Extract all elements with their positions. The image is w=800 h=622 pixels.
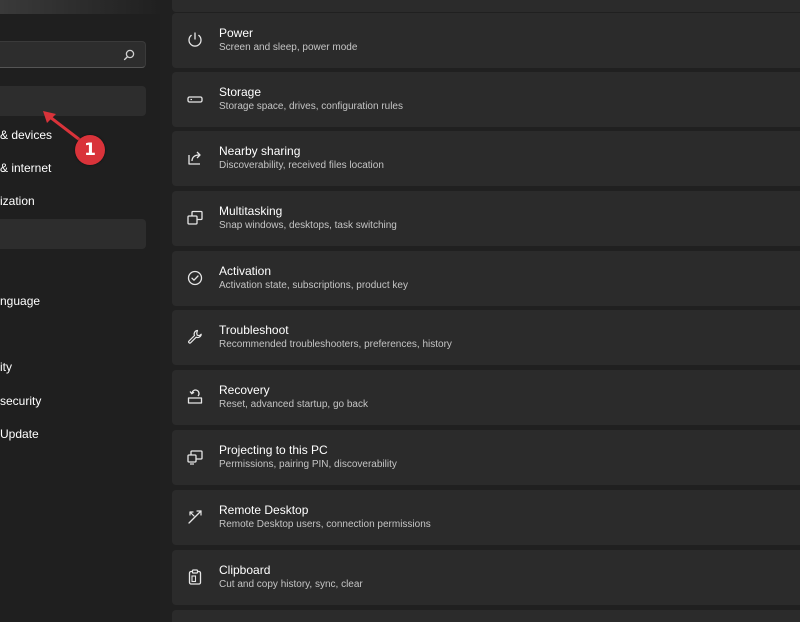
sidebar-item-label: ity	[0, 360, 12, 374]
card-subtitle: Recommended troubleshooters, preferences…	[219, 339, 452, 350]
settings-card-troubleshoot[interactable]: Troubleshoot Recommended troubleshooters…	[172, 310, 800, 365]
card-title: Remote Desktop	[219, 503, 309, 517]
wrench-icon	[186, 328, 204, 346]
projecting-icon	[186, 448, 204, 466]
sidebar-item-label: nguage	[0, 294, 41, 308]
settings-card-nearby-sharing[interactable]: Nearby sharing Discoverability, received…	[172, 131, 800, 186]
settings-card-multitasking[interactable]: Multitasking Snap windows, desktops, tas…	[172, 191, 800, 246]
card-title: Activation	[219, 264, 272, 278]
sidebar-item-privacy-security[interactable]: security	[0, 386, 146, 416]
card-title: Nearby sharing	[219, 144, 301, 158]
recovery-icon	[186, 388, 204, 406]
settings-card-recovery[interactable]: Recovery Reset, advanced startup, go bac…	[172, 370, 800, 425]
search-input[interactable]	[0, 41, 146, 68]
card-subtitle: Activation state, subscriptions, product…	[219, 280, 408, 291]
sidebar-item-windows-update[interactable]: Update	[0, 419, 146, 449]
sidebar: & devices & internet ization nguage ity …	[0, 0, 160, 622]
check-circle-icon	[186, 269, 204, 287]
sidebar-item-label: security	[0, 394, 42, 408]
sidebar-item-label: ization	[0, 194, 35, 208]
card-subtitle: Permissions, pairing PIN, discoverabilit…	[219, 459, 397, 470]
previous-card-edge	[172, 0, 800, 12]
sidebar-item-label: & internet	[0, 161, 52, 175]
card-title: Power	[219, 26, 254, 40]
share-icon	[186, 149, 204, 167]
remote-desktop-icon	[186, 508, 204, 526]
sidebar-item-time-language[interactable]: nguage	[0, 286, 146, 316]
window-title-area	[0, 0, 160, 14]
card-subtitle: Storage space, drives, configuration rul…	[219, 101, 403, 112]
card-title: Troubleshoot	[219, 323, 289, 337]
sidebar-item-label: Update	[0, 427, 39, 441]
card-subtitle: Discoverability, received files location	[219, 160, 384, 171]
card-subtitle: Snap windows, desktops, task switching	[219, 220, 397, 231]
settings-card-activation[interactable]: Activation Activation state, subscriptio…	[172, 251, 800, 306]
card-title: Storage	[219, 85, 262, 99]
settings-card-next[interactable]	[172, 610, 800, 622]
sidebar-item-accessibility[interactable]: ity	[0, 352, 146, 382]
card-subtitle: Screen and sleep, power mode	[219, 42, 358, 53]
card-subtitle: Remote Desktop users, connection permiss…	[219, 519, 431, 530]
settings-card-power[interactable]: Power Screen and sleep, power mode	[172, 13, 800, 68]
card-title: Multitasking	[219, 204, 283, 218]
settings-card-remote-desktop[interactable]: Remote Desktop Remote Desktop users, con…	[172, 490, 800, 545]
power-icon	[186, 31, 204, 49]
storage-icon	[186, 90, 204, 108]
card-title: Clipboard	[219, 563, 271, 577]
search-icon	[123, 49, 135, 61]
annotation-badge: 1	[75, 135, 105, 165]
clipboard-icon	[186, 568, 204, 586]
settings-card-projecting[interactable]: Projecting to this PC Permissions, pairi…	[172, 430, 800, 485]
settings-card-clipboard[interactable]: Clipboard Cut and copy history, sync, cl…	[172, 550, 800, 605]
sidebar-item-accounts[interactable]	[0, 252, 146, 282]
card-subtitle: Cut and copy history, sync, clear	[219, 579, 363, 590]
card-title: Projecting to this PC	[219, 443, 328, 457]
card-title: Recovery	[219, 383, 270, 397]
sidebar-item-personalization[interactable]: ization	[0, 186, 146, 216]
card-subtitle: Reset, advanced startup, go back	[219, 399, 368, 410]
main-content: Power Screen and sleep, power mode Stora…	[160, 0, 800, 622]
multitasking-icon	[186, 209, 204, 227]
sidebar-item-apps[interactable]	[0, 219, 146, 249]
settings-card-storage[interactable]: Storage Storage space, drives, configura…	[172, 72, 800, 127]
sidebar-item-network-internet[interactable]: & internet	[0, 153, 146, 183]
